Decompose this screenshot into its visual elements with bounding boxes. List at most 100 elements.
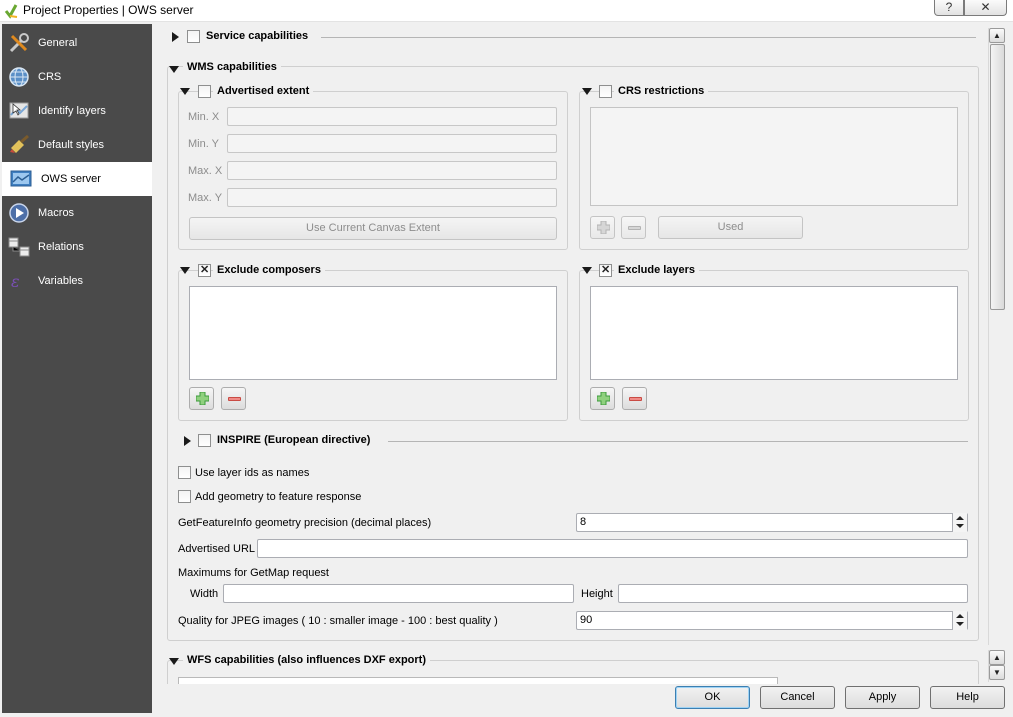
sidebar-item-relations[interactable]: Relations — [2, 230, 152, 264]
spin-buttons[interactable] — [952, 611, 967, 630]
divider — [388, 441, 968, 442]
help-window-button[interactable]: ? — [934, 0, 964, 16]
spin-buttons[interactable] — [952, 513, 967, 532]
plus-icon — [196, 392, 209, 405]
advertised-extent-checkbox[interactable] — [198, 85, 211, 98]
spin-down-icon[interactable] — [956, 524, 964, 528]
remove-layer-button[interactable] — [622, 387, 647, 410]
spin-down-icon[interactable] — [956, 622, 964, 626]
used-crs-button[interactable]: Used — [658, 216, 803, 239]
wfs-capabilities-title: WFS capabilities (also influences DXF ex… — [183, 654, 430, 666]
min-x-label: Min. X — [188, 111, 220, 123]
macros-icon — [9, 203, 29, 223]
precision-spinbox[interactable]: 8 — [576, 513, 968, 532]
main-scrollbar[interactable]: ▲ — [988, 28, 1006, 645]
advertised-url-field[interactable] — [257, 539, 968, 558]
variables-icon: ε — [11, 272, 20, 291]
precision-label: GetFeatureInfo geometry precision (decim… — [178, 517, 432, 529]
ok-button[interactable]: OK — [675, 686, 750, 709]
remove-crs-button[interactable] — [621, 216, 646, 239]
remove-composer-button[interactable] — [221, 387, 246, 410]
sidebar-item-label: Identify layers — [38, 105, 106, 117]
min-x-field[interactable] — [227, 107, 557, 126]
max-height-field[interactable] — [618, 584, 968, 603]
width-label: Width — [190, 588, 219, 600]
add-composer-button[interactable] — [189, 387, 214, 410]
sidebar-item-label: Relations — [38, 241, 84, 253]
wfs-layer-table[interactable] — [178, 677, 778, 684]
spin-up-icon[interactable] — [956, 614, 964, 618]
title-bar: Project Properties | OWS server ? ✕ — [0, 0, 1013, 22]
collapse-arrow-icon[interactable] — [180, 88, 190, 95]
max-x-field[interactable] — [227, 161, 557, 180]
jpeg-quality-value: 90 — [580, 614, 593, 626]
min-y-field[interactable] — [227, 134, 557, 153]
secondary-scrollbar[interactable]: ▲ ▼ — [988, 650, 1006, 682]
max-getmap-label: Maximums for GetMap request — [178, 567, 329, 579]
sidebar-item-general[interactable]: General — [2, 26, 152, 60]
exclude-layers-title: Exclude layers — [614, 264, 700, 276]
window-title: Project Properties | OWS server — [23, 3, 194, 17]
scroll-up-icon[interactable]: ▲ — [989, 650, 1005, 665]
relations-icon — [8, 237, 30, 257]
max-y-label: Max. Y — [188, 192, 223, 204]
scroll-thumb[interactable] — [990, 44, 1005, 310]
help-button[interactable]: Help — [930, 686, 1005, 709]
sidebar-item-identify-layers[interactable]: Identify layers — [2, 94, 152, 128]
minus-icon — [628, 226, 641, 230]
qgis-logo-icon — [4, 4, 18, 19]
service-capabilities-checkbox[interactable] — [187, 30, 200, 43]
crs-list[interactable] — [590, 107, 958, 206]
height-label: Height — [581, 588, 613, 600]
jpeg-quality-spinbox[interactable]: 90 — [576, 611, 968, 630]
sidebar-item-label: CRS — [38, 71, 62, 83]
add-geometry-checkbox[interactable] — [178, 490, 191, 503]
cancel-button[interactable]: Cancel — [760, 686, 835, 709]
spin-up-icon[interactable] — [956, 516, 964, 520]
max-width-field[interactable] — [223, 584, 574, 603]
add-crs-button[interactable] — [590, 216, 615, 239]
collapse-arrow-icon[interactable] — [582, 267, 592, 274]
sidebar: General CRS Identify layers Default styl… — [2, 24, 152, 713]
sidebar-item-crs[interactable]: CRS — [2, 60, 152, 94]
sidebar-item-label: Variables — [38, 275, 84, 287]
collapse-arrow-icon[interactable] — [582, 88, 592, 95]
use-layer-ids-checkbox[interactable] — [178, 466, 191, 479]
svg-text:ε: ε — [11, 272, 20, 291]
use-layer-ids-label: Use layer ids as names — [195, 467, 310, 479]
inspire-title: INSPIRE (European directive) — [213, 434, 375, 446]
jpeg-quality-label: Quality for JPEG images ( 10 : smaller i… — [178, 615, 498, 627]
exclude-layers-checkbox[interactable] — [599, 263, 612, 277]
add-layer-button[interactable] — [590, 387, 615, 410]
crs-restrictions-checkbox[interactable] — [599, 85, 612, 98]
sidebar-item-ows-server[interactable]: OWS server — [2, 162, 152, 196]
expand-arrow-icon[interactable] — [184, 436, 191, 446]
sidebar-item-default-styles[interactable]: Default styles — [2, 128, 152, 162]
advertised-url-label: Advertised URL — [178, 543, 256, 555]
inspire-checkbox[interactable] — [198, 434, 211, 447]
collapse-arrow-icon[interactable] — [169, 658, 179, 665]
scroll-up-icon[interactable]: ▲ — [989, 28, 1005, 43]
minus-icon — [629, 397, 642, 401]
use-current-canvas-extent-button[interactable]: Use Current Canvas Extent — [189, 217, 557, 240]
min-y-label: Min. Y — [188, 138, 219, 150]
max-x-label: Max. X — [188, 165, 223, 177]
composers-list[interactable] — [189, 286, 557, 380]
paintbrush-icon — [10, 134, 29, 153]
divider — [321, 37, 976, 38]
apply-button[interactable]: Apply — [845, 686, 920, 709]
sidebar-item-macros[interactable]: Macros — [2, 196, 152, 230]
collapse-arrow-icon[interactable] — [180, 267, 190, 274]
expand-arrow-icon[interactable] — [172, 32, 179, 42]
plus-icon — [597, 221, 610, 234]
exclude-composers-checkbox[interactable] — [198, 263, 211, 277]
close-window-button[interactable]: ✕ — [964, 0, 1007, 16]
collapse-arrow-icon[interactable] — [169, 66, 179, 73]
sidebar-item-variables[interactable]: ε Variables — [2, 264, 152, 298]
max-y-field[interactable] — [227, 188, 557, 207]
sidebar-item-label: Default styles — [38, 139, 105, 151]
wms-capabilities-title: WMS capabilities — [183, 61, 281, 73]
advertised-extent-title: Advertised extent — [213, 85, 314, 97]
scroll-down-icon[interactable]: ▼ — [989, 665, 1005, 680]
layers-list[interactable] — [590, 286, 958, 380]
